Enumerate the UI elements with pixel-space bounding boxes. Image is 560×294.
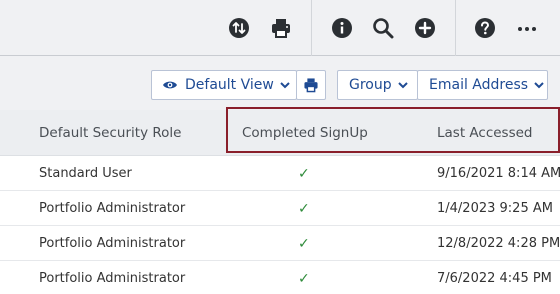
last-accessed-cell: 9/16/2021 8:14 AM (437, 166, 560, 181)
check-icon: ✓ (298, 165, 310, 182)
chevron-down-icon (397, 77, 408, 93)
eye-icon (162, 79, 178, 91)
role-cell: Portfolio Administrator (39, 201, 186, 216)
chevron-down-icon (280, 77, 290, 93)
view-bar: Default View Group Email Address (0, 56, 560, 110)
check-icon: ✓ (298, 270, 310, 287)
column-header-completed-signup[interactable]: Completed SignUp (242, 110, 368, 156)
add-icon[interactable] (413, 16, 437, 40)
column-header-last-accessed[interactable]: Last Accessed (437, 110, 533, 156)
table-row[interactable]: Standard User ✓ 9/16/2021 8:14 AM (0, 156, 560, 191)
print-icon (303, 77, 319, 93)
table-row[interactable]: Portfolio Administrator ✓ 7/6/2022 4:45 … (0, 261, 560, 294)
last-accessed-cell: 7/6/2022 4:45 PM (437, 271, 552, 286)
search-icon[interactable] (371, 16, 395, 40)
table-row[interactable]: Portfolio Administrator ✓ 12/8/2022 4:28… (0, 226, 560, 261)
check-icon: ✓ (298, 200, 310, 217)
more-icon[interactable] (515, 16, 539, 40)
table-header: Default Security Role Completed SignUp L… (0, 110, 560, 156)
last-accessed-cell: 12/8/2022 4:28 PM (437, 236, 560, 251)
toolbar-divider (455, 0, 456, 56)
chevron-down-icon (534, 77, 544, 93)
help-icon[interactable] (473, 16, 497, 40)
toolbar-divider (311, 0, 312, 56)
column-header-default-security-role[interactable]: Default Security Role (39, 110, 181, 156)
group-label: Group (349, 77, 392, 93)
role-cell: Portfolio Administrator (39, 271, 186, 286)
sync-icon[interactable] (227, 16, 251, 40)
email-address-dropdown[interactable]: Email Address (417, 70, 548, 100)
role-cell: Portfolio Administrator (39, 236, 186, 251)
default-view-label: Default View (185, 77, 274, 93)
email-address-label: Email Address (429, 77, 529, 93)
check-icon: ✓ (298, 235, 310, 252)
print-view-button[interactable] (296, 70, 326, 100)
group-dropdown[interactable]: Group (337, 70, 418, 100)
default-view-dropdown[interactable]: Default View (151, 70, 297, 100)
table-row[interactable]: Portfolio Administrator ✓ 1/4/2023 9:25 … (0, 191, 560, 226)
info-icon[interactable] (330, 16, 354, 40)
role-cell: Standard User (39, 166, 132, 181)
last-accessed-cell: 1/4/2023 9:25 AM (437, 201, 553, 216)
top-toolbar (0, 0, 560, 56)
print-icon[interactable] (269, 16, 293, 40)
